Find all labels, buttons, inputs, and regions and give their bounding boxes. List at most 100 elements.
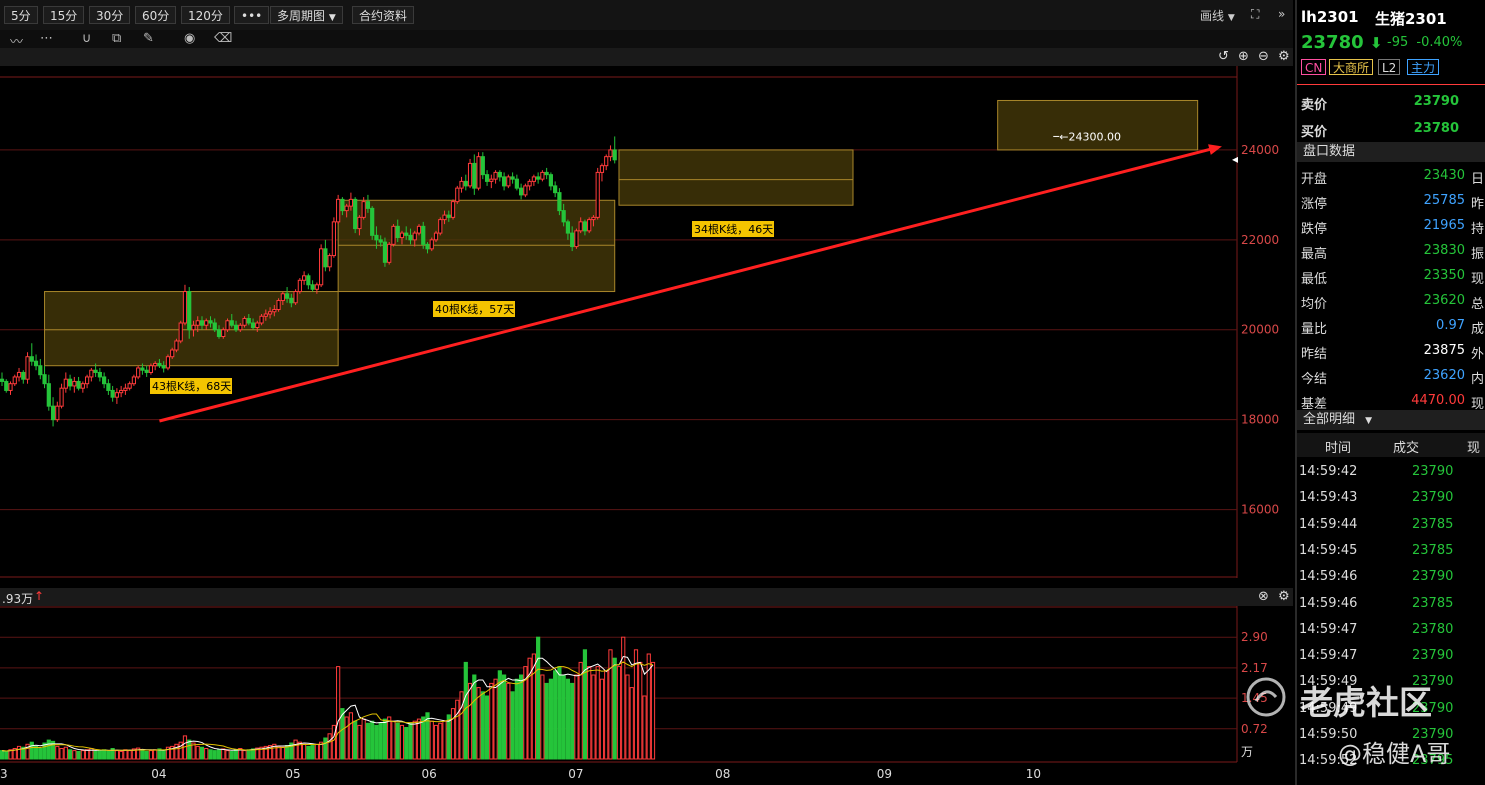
- volume-bar: [510, 691, 515, 760]
- candle-body: [97, 371, 102, 378]
- contract-info-button[interactable]: 合约资料: [352, 6, 415, 24]
- stat-value: 25785: [1423, 193, 1465, 208]
- volume-bar: [493, 678, 498, 760]
- volume-bar: [4, 750, 9, 760]
- candle-body: [0, 378, 5, 382]
- volume-bar: [612, 657, 617, 760]
- tick-row: 14:59:47 23780: [1297, 618, 1485, 644]
- settings-icon[interactable]: ⚙: [1278, 49, 1290, 64]
- volume-bar: [348, 712, 354, 760]
- more-tools-icon[interactable]: ⋯: [40, 31, 53, 46]
- candle-body: [242, 318, 247, 326]
- candle-body: [12, 376, 17, 385]
- candle-body: [157, 362, 162, 367]
- arrow-up-icon: ↑: [34, 589, 45, 603]
- period-120min-button[interactable]: 120分: [181, 6, 230, 24]
- candle-body: [570, 232, 575, 248]
- stat-value: 4470.00: [1411, 393, 1465, 408]
- last-price: 23780 ⬇: [1301, 32, 1382, 53]
- pencil-icon[interactable]: ✎: [143, 31, 154, 46]
- volume-bar: [323, 737, 328, 760]
- eye-icon[interactable]: ◉: [184, 31, 195, 46]
- candle-body: [557, 192, 562, 212]
- candle-body: [59, 387, 64, 407]
- volume-bar: [250, 748, 256, 760]
- zoom-in-icon[interactable]: ⊕: [1238, 49, 1249, 64]
- candle-body: [531, 176, 536, 182]
- settings-icon[interactable]: ⚙: [1278, 589, 1290, 604]
- volume-bar: [455, 699, 460, 760]
- candle-body: [153, 362, 158, 367]
- period-60min-button[interactable]: 60分: [135, 6, 177, 24]
- last-price-value: 23780: [1301, 32, 1364, 53]
- tick-row: 14:59:45 23785: [1297, 539, 1485, 565]
- stat-value: 23620: [1423, 293, 1465, 308]
- detail-section-title[interactable]: 全部明细 ▼: [1297, 410, 1485, 430]
- multi-period-button[interactable]: 多周期图 ▼: [270, 6, 343, 24]
- candle-body: [29, 356, 34, 362]
- volume-chart[interactable]: 2.902.171.450.72万3 04 05 06 07 08 09 10: [0, 606, 1293, 785]
- volume-bar: [353, 720, 358, 760]
- panel-section-title[interactable]: 盘口数据: [1297, 142, 1485, 162]
- candle-body: [110, 389, 115, 398]
- period-15min-button[interactable]: 15分: [43, 6, 85, 24]
- candle-body: [565, 221, 571, 234]
- period-5min-button[interactable]: 5分: [4, 6, 38, 24]
- volume-bar: [557, 666, 562, 760]
- copy-icon[interactable]: ⧉: [112, 31, 121, 46]
- volume-bar: [408, 722, 413, 760]
- volume-bar: [85, 749, 90, 760]
- stat-extra-label: 外: [1471, 347, 1485, 362]
- volume-bar: [629, 687, 634, 760]
- volume-bar: [208, 749, 213, 760]
- chevron-down-icon: ▼: [1365, 416, 1373, 426]
- collapse-right-icon[interactable]: »: [1278, 7, 1285, 21]
- trash-icon[interactable]: ⌫: [214, 31, 232, 46]
- price-chart[interactable]: 16000 18000 20000 22000 24000 43根K线，68天 40根K线，…: [0, 66, 1293, 586]
- volume-bar: [387, 716, 392, 760]
- candle-body: [76, 380, 81, 389]
- close-icon[interactable]: ⊗: [1258, 589, 1269, 604]
- volume-bar: [638, 661, 643, 760]
- stat-extra-label: 总: [1471, 297, 1485, 312]
- draw-line-button[interactable]: 画线 ▼: [1200, 7, 1235, 24]
- volume-bar: [578, 661, 583, 760]
- magnet-icon[interactable]: ∪: [82, 31, 92, 46]
- candle-body: [612, 149, 617, 161]
- candle-body: [433, 232, 439, 241]
- volume-tick-label: 2.90: [1241, 630, 1268, 644]
- candle-body: [340, 198, 345, 212]
- undo-icon[interactable]: ↺: [1218, 49, 1229, 64]
- chevron-down-icon: ▼: [328, 13, 336, 23]
- candle-body: [506, 176, 511, 187]
- candle-body: [204, 320, 209, 326]
- more-periods-button[interactable]: •••: [234, 6, 270, 24]
- volume-bar: [67, 749, 73, 760]
- volume-bar: [221, 748, 226, 760]
- candle-body: [63, 378, 68, 389]
- candle-body: [238, 324, 243, 331]
- candle-body: [221, 329, 226, 337]
- candle-body: [102, 376, 107, 385]
- stat-label: 今结: [1301, 372, 1328, 387]
- volume-bar: [229, 750, 234, 760]
- zoom-out-icon[interactable]: ⊖: [1258, 49, 1269, 64]
- fullscreen-icon[interactable]: ⛶: [1251, 7, 1259, 22]
- volume-bar: [93, 750, 98, 760]
- tick-time: 14:59:46: [1299, 595, 1358, 611]
- box-label: 34根K线，46天: [694, 222, 773, 236]
- quote-panel: lh2301 生猪2301 23780 ⬇ -95 -0.40% CN 大商所 …: [1295, 0, 1485, 785]
- period-30min-button[interactable]: 30分: [89, 6, 131, 24]
- tick-row: 14:59:43 23790: [1297, 486, 1485, 512]
- candle-body: [374, 234, 379, 241]
- candle-body: [38, 365, 43, 376]
- month-label: 09: [877, 767, 892, 781]
- candle-body: [123, 387, 128, 391]
- candle-body: [348, 198, 354, 207]
- stat-row: 昨结 23875 外: [1297, 339, 1485, 364]
- tick-price: 23785: [1412, 595, 1454, 611]
- candle-body: [140, 367, 145, 371]
- candle-body: [21, 371, 26, 380]
- candle-body: [319, 248, 324, 286]
- candle-body: [8, 383, 13, 391]
